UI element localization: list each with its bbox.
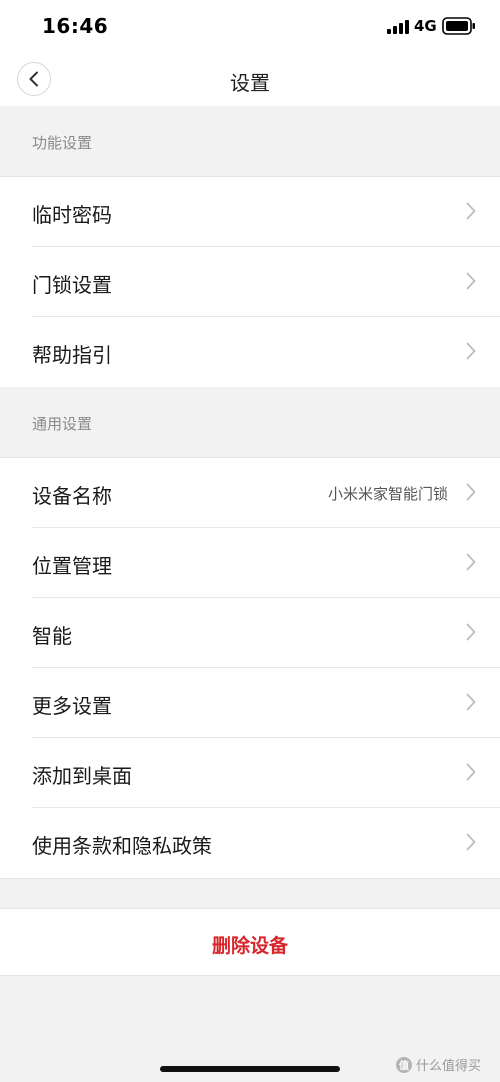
row-label: 位置管理 <box>32 554 112 578</box>
chevron-right-icon <box>466 833 476 851</box>
battery-icon <box>442 17 475 35</box>
section-header-general: 通用设置 <box>0 387 500 457</box>
nav-bar: 设置 <box>0 55 500 106</box>
watermark-text: 什么值得买 <box>416 1059 482 1074</box>
settings-row-help[interactable]: 帮助指引 <box>0 317 500 387</box>
settings-row-lock-settings[interactable]: 门锁设置 <box>0 247 500 317</box>
delete-device-button[interactable]: 删除设备 <box>0 908 500 976</box>
chevron-right-icon <box>466 342 476 360</box>
status-time: 16:46 <box>42 14 109 38</box>
signal-icon <box>387 20 409 34</box>
settings-row-more-settings[interactable]: 更多设置 <box>0 668 500 738</box>
chevron-right-icon <box>466 483 476 501</box>
chevron-right-icon <box>466 202 476 220</box>
chevron-right-icon <box>466 272 476 290</box>
row-label: 临时密码 <box>32 203 112 227</box>
row-label: 帮助指引 <box>32 343 112 367</box>
row-label: 使用条款和隐私政策 <box>32 834 212 858</box>
settings-row-smart[interactable]: 智能 <box>0 598 500 668</box>
divider <box>0 878 500 879</box>
row-label: 智能 <box>32 624 72 648</box>
chevron-right-icon <box>466 763 476 781</box>
watermark-logo-icon: 值 <box>396 1056 412 1073</box>
chevron-right-icon <box>466 693 476 711</box>
row-label: 设备名称 <box>32 484 112 508</box>
delete-device-label: 删除设备 <box>211 935 288 957</box>
row-label: 添加到桌面 <box>32 764 132 788</box>
chevron-right-icon <box>466 623 476 641</box>
section-header-label: 功能设置 <box>32 134 93 152</box>
row-label: 更多设置 <box>32 694 112 718</box>
home-indicator <box>160 1066 340 1072</box>
settings-row-location[interactable]: 位置管理 <box>0 528 500 598</box>
settings-row-terms-privacy[interactable]: 使用条款和隐私政策 <box>0 808 500 878</box>
section-header-function: 功能设置 <box>0 106 500 177</box>
device-name-value: 小米米家智能门锁 <box>327 485 448 503</box>
section-header-label: 通用设置 <box>32 415 93 433</box>
status-bar: 16:46 4G <box>0 0 500 55</box>
page-title: 设置 <box>230 71 270 95</box>
settings-row-device-name[interactable]: 设备名称 小米米家智能门锁 <box>0 458 500 528</box>
row-label: 门锁设置 <box>32 273 112 297</box>
settings-row-temp-password[interactable]: 临时密码 <box>0 177 500 247</box>
chevron-right-icon <box>466 553 476 571</box>
watermark: 值 什么值得买 <box>396 1055 481 1074</box>
settings-row-add-to-desktop[interactable]: 添加到桌面 <box>0 738 500 808</box>
network-label: 4G <box>414 17 437 35</box>
